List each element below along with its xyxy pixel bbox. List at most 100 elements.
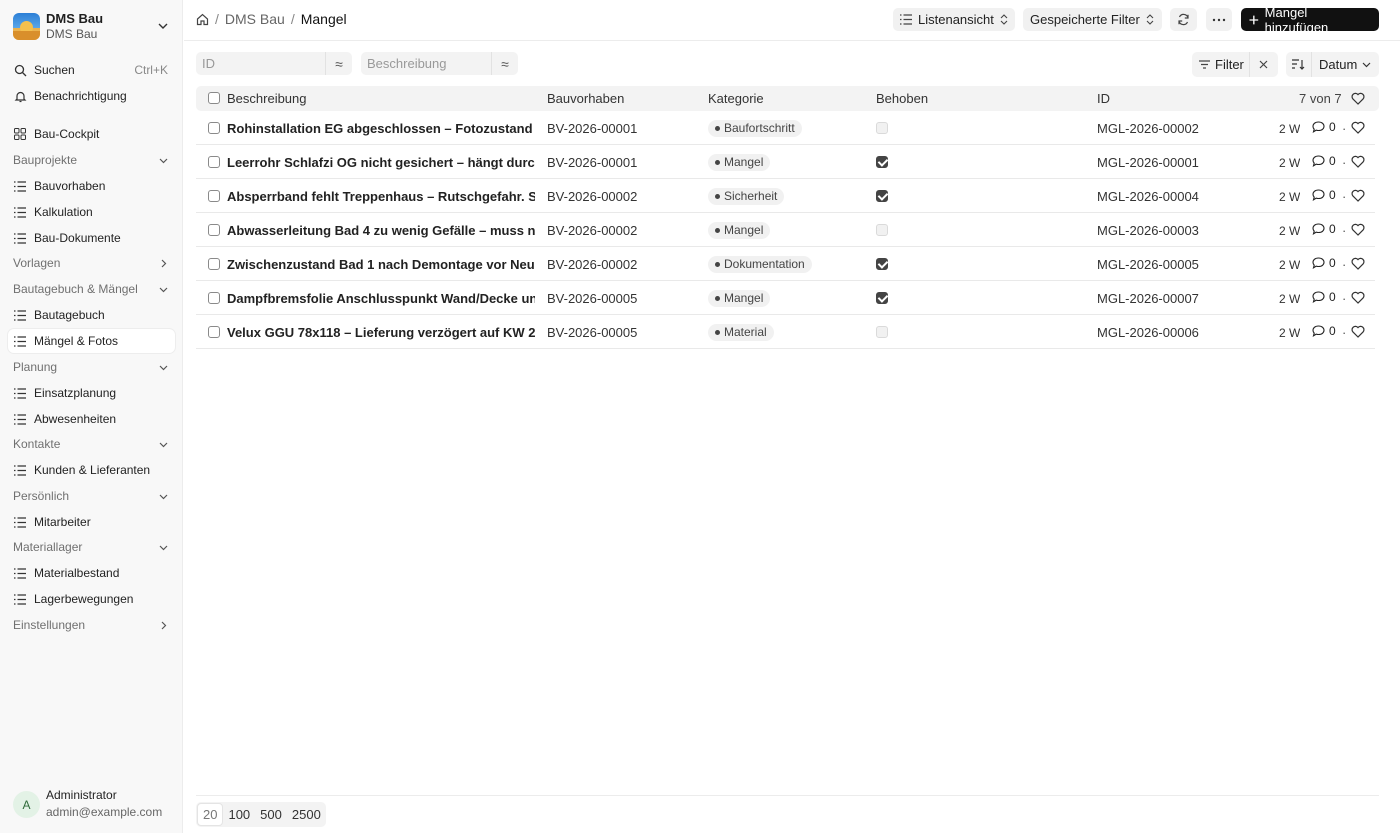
section-kontakte[interactable]: Kontakte [8,433,175,455]
row-checkbox[interactable] [208,122,220,134]
home-icon[interactable] [196,13,209,26]
sidebar-item-bau-cockpit[interactable]: Bau-Cockpit [8,122,175,146]
sidebar-item-bau-dokumente[interactable]: Bau-Dokumente [8,226,175,250]
table-row[interactable]: Absperrband fehlt Treppenhaus – Rutschge… [196,179,1375,213]
refresh-icon [1178,13,1189,26]
view-switcher[interactable]: Listenansicht [893,8,1015,31]
heart-icon[interactable] [1351,92,1365,105]
heart-icon[interactable] [1351,223,1365,236]
heart-icon[interactable] [1351,155,1365,168]
page-size-selector: 20 100 500 2500 [196,802,326,827]
comments-count[interactable]: 0 [1312,324,1336,338]
approx-operator-button[interactable]: ≈ [325,52,352,75]
sidebar-item-bautagebuch[interactable]: Bautagebuch [8,303,175,327]
column-header-description[interactable]: Beschreibung [227,91,307,106]
section-materiallager[interactable]: Materiallager [8,536,175,558]
sidebar-item-abwesenheiten[interactable]: Abwesenheiten [8,407,175,431]
row-checkbox[interactable] [208,156,220,168]
list-icon [13,566,27,580]
breadcrumb-parent[interactable]: DMS Bau [225,11,285,27]
chevron-down-icon [159,494,168,499]
sidebar-item-label: Kunden & Lieferanten [34,463,151,477]
id-filter-input[interactable] [196,52,324,75]
page-size-option[interactable]: 100 [223,802,255,827]
add-mangel-button[interactable]: Mangel hinzufügen [1241,5,1379,35]
fixed-checkbox [876,326,888,338]
breadcrumb: / DMS Bau / Mangel [196,11,347,27]
record-count: 7 von 7 [1299,91,1342,106]
comments-count[interactable]: 0 [1312,256,1336,270]
heart-icon[interactable] [1351,257,1365,270]
column-header-category[interactable]: Kategorie [708,91,764,106]
table-row[interactable]: Rohinstallation EG abgeschlossen – Fotoz… [196,111,1375,145]
page-size-option[interactable]: 20 [197,803,224,826]
comments-count[interactable]: 0 [1312,120,1336,134]
sort-arrows-icon [1000,14,1008,25]
filter-button[interactable]: Filter [1192,52,1250,77]
app-logo-icon [13,13,40,40]
section-vorlagen[interactable]: Vorlagen [8,252,175,274]
list-icon [13,179,27,193]
column-header-fixed[interactable]: Behoben [876,91,928,106]
sidebar-item-maengel-fotos[interactable]: Mängel & Fotos [8,329,175,353]
comments-count[interactable]: 0 [1312,188,1336,202]
table-row[interactable]: Leerrohr Schlafzi OG nicht gesichert – h… [196,145,1375,179]
row-checkbox[interactable] [208,258,220,270]
more-options-button[interactable] [1206,8,1232,31]
column-header-project[interactable]: Bauvorhaben [547,91,624,106]
list-icon [13,412,27,426]
row-checkbox[interactable] [208,190,220,202]
table-row[interactable]: Zwischenzustand Bad 1 nach Demontage vor… [196,247,1375,281]
section-label: Vorlagen [13,256,61,270]
sidebar-item-materialbestand[interactable]: Materialbestand [8,561,175,585]
sidebar-item-bauvorhaben[interactable]: Bauvorhaben [8,174,175,198]
comment-icon [1312,155,1325,167]
row-checkbox[interactable] [208,326,220,338]
sort-field-dropdown[interactable]: Datum [1312,52,1371,77]
comments-count[interactable]: 0 [1312,290,1336,304]
column-header-id[interactable]: ID [1097,91,1110,106]
saved-filters-dropdown[interactable]: Gespeicherte Filter [1023,8,1162,31]
section-planung[interactable]: Planung [8,356,175,378]
section-bautagebuch-maengel[interactable]: Bautagebuch & Mängel [8,278,175,300]
clear-filter-button[interactable] [1250,52,1277,77]
notifications-nav[interactable]: Benachrichtigung [8,84,175,108]
sort-direction-button[interactable] [1286,52,1312,77]
table-row[interactable]: Dampfbremsfolie Anschlusspunkt Wand/Deck… [196,281,1375,315]
list-icon [13,463,27,477]
approx-operator-button[interactable]: ≈ [491,52,518,75]
page-size-option[interactable]: 500 [255,802,287,827]
sort-descending-icon [1292,59,1305,70]
table-row[interactable]: Velux GGU 78x118 – Lieferung verzögert a… [196,315,1375,349]
comments-count[interactable]: 0 [1312,154,1336,168]
section-einstellungen[interactable]: Einstellungen [8,614,175,636]
row-checkbox[interactable] [208,224,220,236]
section-persoenlich[interactable]: Persönlich [8,485,175,507]
page-size-option[interactable]: 2500 [287,802,326,827]
user-email: admin@example.com [46,805,163,819]
sidebar-item-lagerbewegungen[interactable]: Lagerbewegungen [8,587,175,611]
sidebar-item-kunden-lieferanten[interactable]: Kunden & Lieferanten [8,458,175,482]
section-bauprojekte[interactable]: Bauprojekte [8,149,175,171]
heart-icon[interactable] [1351,291,1365,304]
sidebar-item-mitarbeiter[interactable]: Mitarbeiter [8,510,175,534]
sidebar-item-kalkulation[interactable]: Kalkulation [8,200,175,224]
heart-icon[interactable] [1351,189,1365,202]
comments-count[interactable]: 0 [1312,222,1336,236]
description-filter-input[interactable] [361,52,489,75]
heart-icon[interactable] [1351,325,1365,338]
workspace-switcher[interactable]: DMS Bau DMS Bau [10,10,175,44]
comments-count-value: 0 [1329,256,1336,270]
table-row[interactable]: Abwasserleitung Bad 4 zu wenig Gefälle –… [196,213,1375,247]
user-menu[interactable]: A Administrator admin@example.com [12,787,177,821]
row-checkbox[interactable] [208,292,220,304]
section-label: Bauprojekte [13,153,78,167]
list-icon [13,308,27,322]
sidebar-item-label: Bau-Dokumente [34,231,121,245]
reload-button[interactable] [1170,8,1197,31]
search-nav[interactable]: Suchen Ctrl+K [8,58,175,82]
select-all-checkbox[interactable] [208,92,220,104]
sidebar-item-einsatzplanung[interactable]: Einsatzplanung [8,381,175,405]
heart-icon[interactable] [1351,121,1365,134]
workspace-subtitle: DMS Bau [46,27,98,41]
